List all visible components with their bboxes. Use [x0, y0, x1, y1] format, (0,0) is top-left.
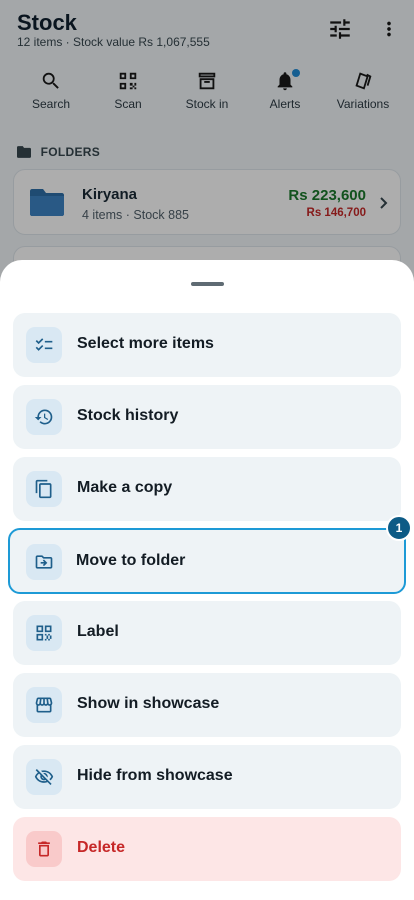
option-label: Label — [77, 623, 119, 640]
option-stock-history[interactable]: Stock history — [13, 385, 401, 449]
option-label: Select more items — [77, 335, 214, 352]
option-label: Show in showcase — [77, 695, 220, 712]
option-hide-from-showcase[interactable]: Hide from showcase — [13, 745, 401, 809]
option-icon-wrap — [26, 471, 62, 507]
option-move-to-folder[interactable]: Move to folder — [8, 528, 406, 594]
actions-bottom-sheet: Select more items Stock history Make a c… — [0, 260, 414, 900]
option-icon-wrap — [26, 327, 62, 363]
visibility-off-icon — [34, 769, 54, 785]
option-select-more-items[interactable]: Select more items — [13, 313, 401, 377]
qr-label-icon — [36, 625, 52, 641]
option-label: Stock history — [77, 407, 179, 424]
option-label-qr[interactable]: Label — [13, 601, 401, 665]
option-icon-wrap — [26, 831, 62, 867]
checklist-icon — [35, 338, 53, 351]
option-icon-wrap — [26, 544, 62, 580]
option-label: Delete — [77, 839, 126, 856]
option-icon-wrap — [26, 615, 62, 651]
option-make-a-copy[interactable]: Make a copy — [13, 457, 401, 521]
option-delete[interactable]: Delete — [13, 817, 401, 881]
move-to-folder-icon — [35, 555, 53, 569]
option-icon-wrap — [26, 399, 62, 435]
storefront-icon — [35, 697, 53, 713]
option-label: Move to folder — [76, 552, 186, 569]
history-icon — [34, 409, 53, 425]
trash-icon — [38, 841, 50, 857]
drag-handle[interactable] — [191, 282, 224, 286]
option-icon-wrap — [26, 687, 62, 723]
option-icon-wrap — [26, 759, 62, 795]
option-label: Make a copy — [77, 479, 173, 496]
option-show-in-showcase[interactable]: Show in showcase — [13, 673, 401, 737]
option-label: Hide from showcase — [77, 767, 233, 784]
copy-icon — [35, 479, 52, 499]
step-number-badge: 1 — [386, 515, 412, 541]
